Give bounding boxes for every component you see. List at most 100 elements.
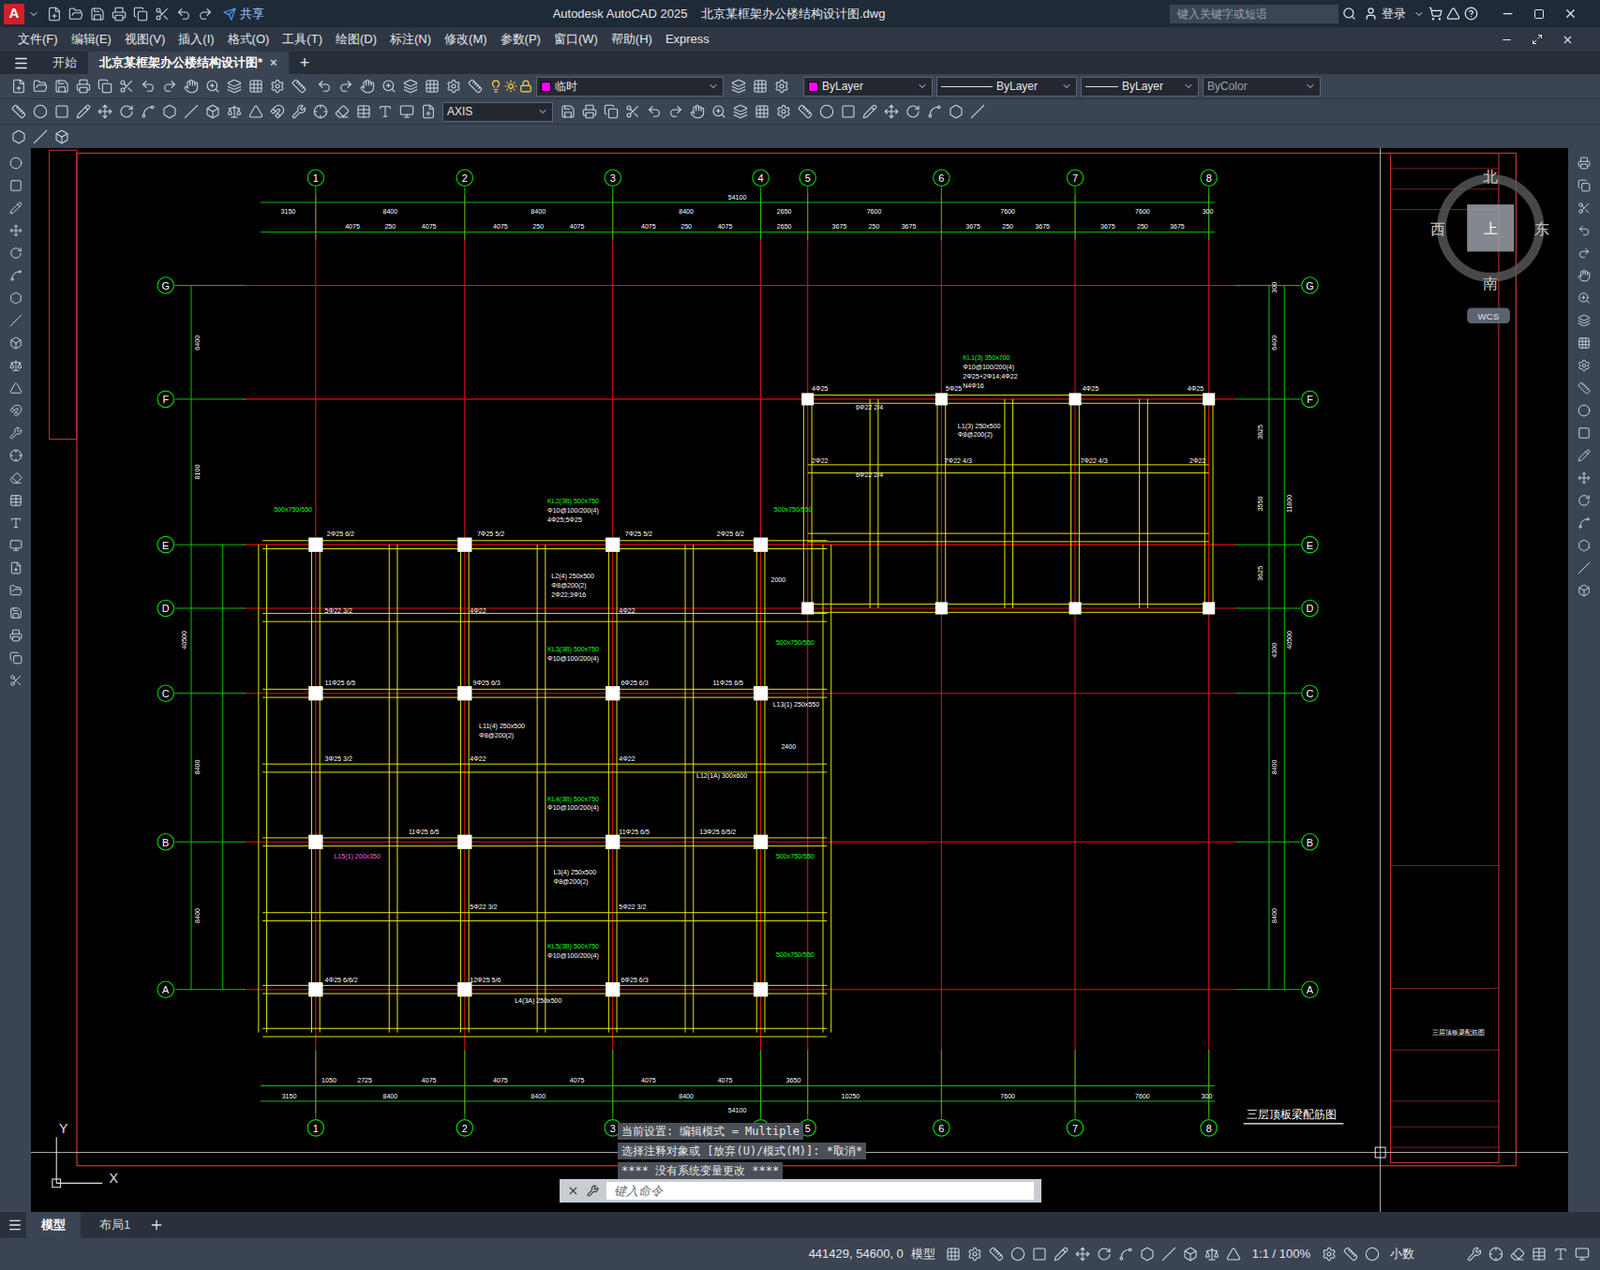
menu-item[interactable]: Express [658,29,717,49]
app-logo[interactable]: A [3,3,25,25]
tool-button[interactable] [1573,151,1596,174]
tool-button[interactable] [201,101,224,123]
units-dropdown[interactable]: 小数 [1390,1244,1456,1264]
tool-button[interactable] [64,2,87,25]
plotstyle-dropdown[interactable]: ByColor [1202,76,1321,97]
tool-button[interactable] [223,101,245,123]
tool-button[interactable] [1573,196,1596,219]
tool-button[interactable] [4,534,27,556]
tool-button[interactable] [4,624,27,646]
menu-item[interactable]: 工具(T) [275,29,329,49]
tool-button[interactable] [4,601,27,624]
tool-button[interactable] [578,101,600,123]
tool-button[interactable] [179,75,202,98]
tool-button[interactable] [4,556,27,579]
tool-button[interactable] [72,101,94,123]
tool-button[interactable] [136,75,159,98]
tool-button[interactable] [4,579,27,601]
tool-button[interactable] [837,101,859,123]
tool-button[interactable] [334,75,357,98]
tool-button[interactable] [4,399,27,421]
tool-button[interactable] [244,101,267,123]
tool-button[interactable] [1360,1243,1383,1266]
drawing-canvas[interactable]: 1122334455667788GGFFEEDDCCBBAA5410054100… [30,148,1569,1212]
tool-button[interactable] [352,101,374,123]
tool-button[interactable] [43,2,65,25]
search-icon[interactable] [1342,6,1357,21]
tool-button[interactable] [1093,1243,1116,1266]
autodesk-icon[interactable] [1446,6,1461,21]
tool-button[interactable] [1573,421,1596,444]
lineweight-dropdown[interactable]: ByLayer [1080,76,1199,97]
tool-button[interactable] [1573,534,1596,556]
minimize-icon[interactable] [1500,6,1515,21]
cart-icon[interactable] [1428,6,1443,21]
tool-button[interactable] [556,101,579,123]
tool-button[interactable] [1223,1243,1245,1266]
tool-button[interactable] [172,2,195,25]
space-toggle[interactable]: 模型 [911,1244,936,1264]
tool-button[interactable] [923,101,945,123]
menu-item[interactable]: 文件(F) [11,29,65,49]
tool-button[interactable] [1573,309,1596,331]
tool-button[interactable] [4,511,27,534]
tool-button[interactable] [599,101,622,123]
tool-button[interactable] [1573,174,1596,196]
tool-button[interactable] [1573,354,1596,376]
tool-button[interactable] [1573,444,1596,466]
tool-button[interactable] [793,101,816,123]
tool-button[interactable] [1506,1243,1528,1266]
tool-button[interactable] [463,75,486,98]
document-tab[interactable]: 开始 [41,51,89,75]
tool-button[interactable] [4,309,27,331]
tool-button[interactable] [4,264,27,286]
tool-button[interactable] [4,219,27,241]
tool-button[interactable] [1573,399,1596,421]
tool-button[interactable] [4,174,27,196]
color-dropdown[interactable]: ByLayer [803,76,933,97]
tool-button[interactable] [244,75,267,98]
tool-button[interactable] [1029,1243,1051,1266]
tool-button[interactable] [420,75,443,98]
tool-button[interactable] [309,101,331,123]
tool-button[interactable] [7,125,30,148]
tool-button[interactable] [442,75,464,98]
tool-button[interactable] [1072,1243,1094,1266]
tool-button[interactable] [4,466,27,489]
close-icon[interactable] [1563,6,1578,21]
dimstyle-dropdown[interactable]: AXIS [442,102,554,122]
tool-button[interactable] [399,75,421,98]
tool-button[interactable] [266,75,288,98]
tool-button[interactable] [1484,1243,1507,1266]
layout-tab[interactable]: 模型 [26,1211,81,1239]
tool-button[interactable] [986,1243,1008,1266]
tool-button[interactable] [179,101,202,123]
tool-button[interactable] [115,75,137,98]
tool-button[interactable] [1573,466,1596,489]
tool-button[interactable] [944,101,967,123]
layout-tab[interactable]: 布局1 [84,1211,146,1239]
tool-button[interactable] [1573,219,1596,241]
menu-item[interactable]: 窗口(W) [547,29,605,49]
tool-button[interactable] [1573,579,1596,601]
tool-button[interactable] [770,75,793,98]
tool-button[interactable] [1570,1243,1593,1266]
tool-button[interactable] [158,101,180,123]
tool-button[interactable] [750,101,773,123]
close-icon[interactable] [567,1184,580,1197]
menu-item[interactable]: 帮助(H) [604,29,659,49]
linetype-dropdown[interactable]: ByLayer [936,76,1077,97]
tool-button[interactable] [136,101,159,123]
layout-menu-icon[interactable] [7,1217,23,1233]
tool-button[interactable] [4,196,27,219]
tool-button[interactable] [1339,1243,1361,1266]
tool-button[interactable] [201,75,224,98]
tool-button[interactable] [686,101,708,123]
document-tab[interactable]: 北京某框架办公楼结构设计图*× [88,51,289,75]
login-button[interactable]: 登录 [1360,4,1410,24]
tool-button[interactable] [356,75,378,98]
menu-item[interactable]: 绘图(D) [328,29,384,49]
tool-button[interactable] [150,2,173,25]
tool-button[interactable] [93,101,116,123]
tool-button[interactable] [115,101,137,123]
